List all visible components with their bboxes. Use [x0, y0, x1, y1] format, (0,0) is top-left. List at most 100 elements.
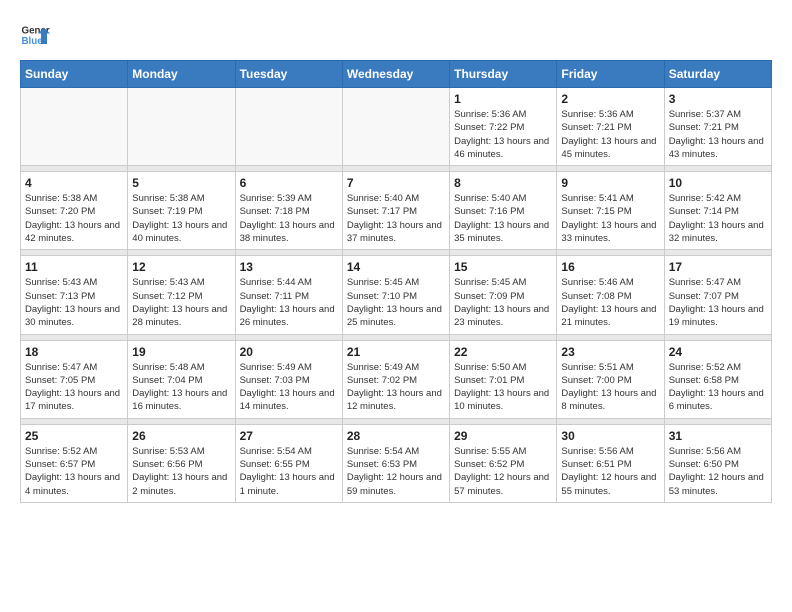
day-number: 9	[561, 176, 659, 190]
logo: General Blue	[20, 20, 50, 50]
day-info: Sunrise: 5:54 AMSunset: 6:55 PMDaylight:…	[240, 445, 338, 498]
day-number: 14	[347, 260, 445, 274]
day-number: 4	[25, 176, 123, 190]
day-info: Sunrise: 5:38 AMSunset: 7:19 PMDaylight:…	[132, 192, 230, 245]
week-row-5: 25 Sunrise: 5:52 AMSunset: 6:57 PMDayligh…	[21, 424, 772, 502]
day-number: 6	[240, 176, 338, 190]
calendar-cell: 31 Sunrise: 5:56 AMSunset: 6:50 PMDayligh…	[664, 424, 771, 502]
calendar-cell: 23Sunrise: 5:51 AMSunset: 7:00 PMDayligh…	[557, 340, 664, 418]
day-number: 8	[454, 176, 552, 190]
calendar-cell	[21, 88, 128, 166]
day-info: Sunrise: 5:49 AMSunset: 7:02 PMDaylight:…	[347, 361, 445, 414]
calendar-cell: 21 Sunrise: 5:49 AMSunset: 7:02 PMDayligh…	[342, 340, 449, 418]
day-info: Sunrise: 5:41 AMSunset: 7:15 PMDaylight:…	[561, 192, 659, 245]
day-number: 11	[25, 260, 123, 274]
day-info: Sunrise: 5:45 AMSunset: 7:09 PMDaylight:…	[454, 276, 552, 329]
calendar-cell: 18Sunrise: 5:47 AMSunset: 7:05 PMDayligh…	[21, 340, 128, 418]
day-info: Sunrise: 5:54 AMSunset: 6:53 PMDaylight:…	[347, 445, 445, 498]
day-number: 15	[454, 260, 552, 274]
day-number: 26	[132, 429, 230, 443]
weekday-header-saturday: Saturday	[664, 61, 771, 88]
day-number: 22	[454, 345, 552, 359]
day-number: 12	[132, 260, 230, 274]
calendar-cell: 10 Sunrise: 5:42 AMSunset: 7:14 PMDayligh…	[664, 172, 771, 250]
day-info: Sunrise: 5:52 AMSunset: 6:58 PMDaylight:…	[669, 361, 767, 414]
week-row-1: 1 Sunrise: 5:36 AMSunset: 7:22 PMDaylight…	[21, 88, 772, 166]
calendar-cell: 3Sunrise: 5:37 AMSunset: 7:21 PMDaylight…	[664, 88, 771, 166]
day-info: Sunrise: 5:56 AMSunset: 6:51 PMDaylight:…	[561, 445, 659, 498]
day-info: Sunrise: 5:43 AMSunset: 7:12 PMDaylight:…	[132, 276, 230, 329]
svg-text:Blue: Blue	[22, 36, 44, 47]
calendar-cell: 14 Sunrise: 5:45 AMSunset: 7:10 PMDayligh…	[342, 256, 449, 334]
day-info: Sunrise: 5:46 AMSunset: 7:08 PMDaylight:…	[561, 276, 659, 329]
day-info: Sunrise: 5:40 AMSunset: 7:16 PMDaylight:…	[454, 192, 552, 245]
day-number: 29	[454, 429, 552, 443]
calendar-cell	[235, 88, 342, 166]
calendar-cell: 7 Sunrise: 5:40 AMSunset: 7:17 PMDaylight…	[342, 172, 449, 250]
day-number: 24	[669, 345, 767, 359]
calendar-cell: 28 Sunrise: 5:54 AMSunset: 6:53 PMDayligh…	[342, 424, 449, 502]
day-number: 7	[347, 176, 445, 190]
calendar-cell: 1 Sunrise: 5:36 AMSunset: 7:22 PMDaylight…	[450, 88, 557, 166]
day-number: 10	[669, 176, 767, 190]
calendar-table: SundayMondayTuesdayWednesdayThursdayFrid…	[20, 60, 772, 503]
day-info: Sunrise: 5:36 AMSunset: 7:22 PMDaylight:…	[454, 108, 552, 161]
week-row-3: 11Sunrise: 5:43 AMSunset: 7:13 PMDayligh…	[21, 256, 772, 334]
day-info: Sunrise: 5:56 AMSunset: 6:50 PMDaylight:…	[669, 445, 767, 498]
calendar-cell: 29Sunrise: 5:55 AMSunset: 6:52 PMDayligh…	[450, 424, 557, 502]
day-info: Sunrise: 5:37 AMSunset: 7:21 PMDaylight:…	[669, 108, 767, 161]
calendar-cell: 8 Sunrise: 5:40 AMSunset: 7:16 PMDaylight…	[450, 172, 557, 250]
calendar-cell: 26 Sunrise: 5:53 AMSunset: 6:56 PMDayligh…	[128, 424, 235, 502]
day-number: 23	[561, 345, 659, 359]
day-number: 17	[669, 260, 767, 274]
calendar-cell: 19 Sunrise: 5:48 AMSunset: 7:04 PMDayligh…	[128, 340, 235, 418]
day-info: Sunrise: 5:48 AMSunset: 7:04 PMDaylight:…	[132, 361, 230, 414]
day-number: 13	[240, 260, 338, 274]
day-number: 27	[240, 429, 338, 443]
day-info: Sunrise: 5:36 AMSunset: 7:21 PMDaylight:…	[561, 108, 659, 161]
calendar-cell: 11Sunrise: 5:43 AMSunset: 7:13 PMDayligh…	[21, 256, 128, 334]
weekday-header-friday: Friday	[557, 61, 664, 88]
logo-icon: General Blue	[20, 20, 50, 50]
day-number: 2	[561, 92, 659, 106]
calendar-cell: 30 Sunrise: 5:56 AMSunset: 6:51 PMDayligh…	[557, 424, 664, 502]
week-row-2: 4 Sunrise: 5:38 AMSunset: 7:20 PMDaylight…	[21, 172, 772, 250]
day-info: Sunrise: 5:49 AMSunset: 7:03 PMDaylight:…	[240, 361, 338, 414]
calendar-cell: 22Sunrise: 5:50 AMSunset: 7:01 PMDayligh…	[450, 340, 557, 418]
day-number: 16	[561, 260, 659, 274]
calendar-cell: 25 Sunrise: 5:52 AMSunset: 6:57 PMDayligh…	[21, 424, 128, 502]
day-number: 25	[25, 429, 123, 443]
calendar-cell	[128, 88, 235, 166]
day-number: 21	[347, 345, 445, 359]
calendar-cell: 17 Sunrise: 5:47 AMSunset: 7:07 PMDayligh…	[664, 256, 771, 334]
calendar-cell: 9 Sunrise: 5:41 AMSunset: 7:15 PMDaylight…	[557, 172, 664, 250]
calendar-cell: 2 Sunrise: 5:36 AMSunset: 7:21 PMDaylight…	[557, 88, 664, 166]
day-info: Sunrise: 5:40 AMSunset: 7:17 PMDaylight:…	[347, 192, 445, 245]
weekday-header-monday: Monday	[128, 61, 235, 88]
day-info: Sunrise: 5:47 AMSunset: 7:07 PMDaylight:…	[669, 276, 767, 329]
day-info: Sunrise: 5:38 AMSunset: 7:20 PMDaylight:…	[25, 192, 123, 245]
day-info: Sunrise: 5:52 AMSunset: 6:57 PMDaylight:…	[25, 445, 123, 498]
weekday-header-row: SundayMondayTuesdayWednesdayThursdayFrid…	[21, 61, 772, 88]
day-number: 30	[561, 429, 659, 443]
page-header: General Blue	[20, 20, 772, 50]
calendar-cell: 16 Sunrise: 5:46 AMSunset: 7:08 PMDayligh…	[557, 256, 664, 334]
calendar-cell	[342, 88, 449, 166]
day-number: 31	[669, 429, 767, 443]
calendar-cell: 6Sunrise: 5:39 AMSunset: 7:18 PMDaylight…	[235, 172, 342, 250]
calendar-cell: 20 Sunrise: 5:49 AMSunset: 7:03 PMDayligh…	[235, 340, 342, 418]
weekday-header-sunday: Sunday	[21, 61, 128, 88]
calendar-cell: 4 Sunrise: 5:38 AMSunset: 7:20 PMDaylight…	[21, 172, 128, 250]
day-number: 19	[132, 345, 230, 359]
calendar-cell: 27 Sunrise: 5:54 AMSunset: 6:55 PMDayligh…	[235, 424, 342, 502]
day-info: Sunrise: 5:45 AMSunset: 7:10 PMDaylight:…	[347, 276, 445, 329]
day-number: 20	[240, 345, 338, 359]
weekday-header-wednesday: Wednesday	[342, 61, 449, 88]
weekday-header-thursday: Thursday	[450, 61, 557, 88]
day-number: 28	[347, 429, 445, 443]
weekday-header-tuesday: Tuesday	[235, 61, 342, 88]
day-info: Sunrise: 5:53 AMSunset: 6:56 PMDaylight:…	[132, 445, 230, 498]
calendar-cell: 15 Sunrise: 5:45 AMSunset: 7:09 PMDayligh…	[450, 256, 557, 334]
day-info: Sunrise: 5:42 AMSunset: 7:14 PMDaylight:…	[669, 192, 767, 245]
day-number: 1	[454, 92, 552, 106]
